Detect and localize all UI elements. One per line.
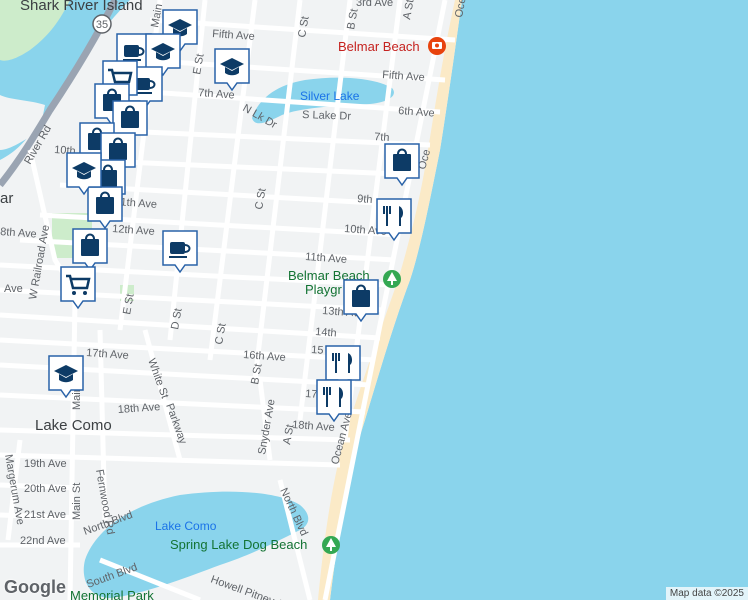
street-label: 7th	[374, 131, 390, 144]
street-label: 3rd Ave	[356, 0, 393, 9]
street-label: 6th Ave	[398, 105, 435, 120]
street-label: 15	[311, 344, 324, 357]
lake-como-town-label: Lake Como	[35, 417, 112, 434]
lake-como-lake-label: Lake Como	[155, 519, 217, 533]
belmar-beach-poi-label[interactable]: Belmar Beach	[338, 39, 420, 54]
spring-lake-dog-beach-label[interactable]: Spring Lake Dog Beach	[170, 537, 307, 552]
route-35-shield: 35	[92, 14, 112, 34]
svg-text:35: 35	[96, 19, 108, 31]
street-label: Main St	[71, 483, 83, 520]
street-label: S Lake Dr	[302, 109, 352, 123]
street-label: 19th Ave	[24, 458, 67, 470]
map-attribution[interactable]: Map data ©2025	[665, 587, 748, 600]
street-label: 8th Ave	[0, 226, 37, 241]
street-label: 14th	[315, 326, 337, 339]
street-label: Ave	[4, 283, 23, 295]
map-canvas[interactable]: 35 Shark River Island Belmar Beach Silve…	[0, 0, 748, 600]
belmar-town-label: ar	[0, 190, 13, 207]
street-label: 7th Ave	[198, 87, 235, 102]
camera-icon[interactable]	[428, 37, 446, 55]
park-tree-icon[interactable]	[322, 536, 340, 554]
belmar-beach-playground-label-2[interactable]: Playgr	[305, 282, 343, 297]
street-label: 20th Ave	[24, 483, 67, 495]
park-tree-icon[interactable]	[383, 270, 401, 288]
street-label: 21st Ave	[24, 509, 66, 521]
memorial-park-label[interactable]: Memorial Park	[70, 588, 154, 600]
silver-lake-label: Silver Lake	[300, 89, 360, 103]
google-logo: Google	[4, 577, 66, 597]
shark-river-island-label: Shark River Island	[20, 0, 143, 14]
street-label: 9th	[357, 193, 373, 206]
street-label: 22nd Ave	[20, 535, 66, 547]
